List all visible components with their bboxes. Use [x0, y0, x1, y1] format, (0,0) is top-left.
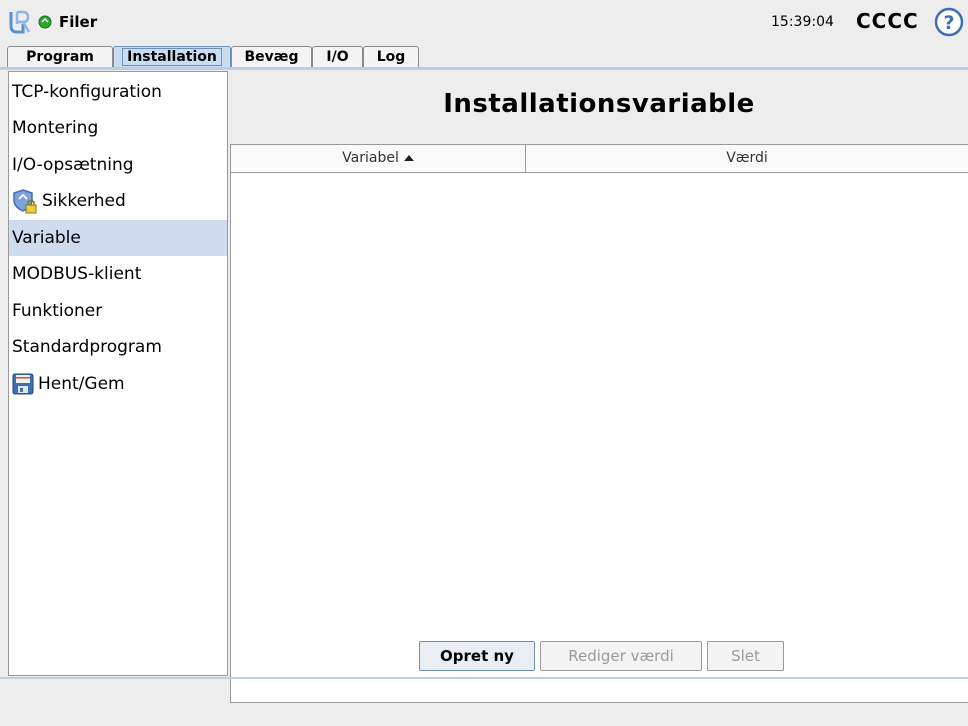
- table-header: Variabel Værdi: [231, 145, 968, 173]
- tab-io[interactable]: I/O: [312, 46, 363, 68]
- installation-sidebar: TCP-konfiguration Montering I/O-opsætnin…: [8, 71, 228, 676]
- shield-lock-icon: [13, 189, 37, 214]
- sidebar-item-tcp-config[interactable]: TCP-konfiguration: [9, 74, 227, 110]
- variables-table[interactable]: Variabel Værdi: [230, 144, 968, 703]
- ur-logo-icon: [9, 10, 31, 34]
- tab-program[interactable]: Program: [7, 46, 113, 68]
- sort-ascending-icon: [403, 155, 414, 161]
- tab-installation[interactable]: Installation: [113, 46, 231, 68]
- delete-button[interactable]: Slet: [707, 641, 784, 671]
- sidebar-item-mounting[interactable]: Montering: [9, 110, 227, 146]
- sidebar-item-io-setup[interactable]: I/O-opsætning: [9, 147, 227, 183]
- create-new-button[interactable]: Opret ny: [419, 641, 535, 671]
- column-header-value[interactable]: Værdi: [526, 145, 968, 173]
- sidebar-item-default-program[interactable]: Standardprogram: [9, 329, 227, 365]
- floppy-disk-icon: [12, 373, 34, 395]
- sidebar-item-features[interactable]: Funktioner: [9, 293, 227, 329]
- clock: 15:39:04: [771, 14, 834, 30]
- sidebar-item-modbus[interactable]: MODBUS-klient: [9, 256, 227, 292]
- main-panel: Installationsvariable Variabel Værdi Opr…: [230, 71, 968, 703]
- status-running-icon: [38, 15, 52, 29]
- help-icon[interactable]: ?: [934, 7, 964, 37]
- tab-move[interactable]: Bevæg: [231, 46, 312, 68]
- bottom-separator: [0, 677, 968, 679]
- robot-name: CCCC: [856, 9, 919, 33]
- edit-value-button[interactable]: Rediger værdi: [540, 641, 702, 671]
- top-bar: Filer 15:39:04 CCCC ?: [0, 0, 968, 44]
- column-header-variable[interactable]: Variabel: [231, 145, 526, 173]
- tab-underline: [0, 67, 968, 70]
- file-menu[interactable]: Filer: [59, 13, 97, 31]
- page-title: Installationsvariable: [443, 89, 755, 119]
- tab-log[interactable]: Log: [363, 46, 419, 68]
- svg-text:?: ?: [943, 12, 954, 34]
- sidebar-item-safety[interactable]: Sikkerhed: [9, 183, 227, 219]
- sidebar-item-variables[interactable]: Variable: [9, 220, 227, 256]
- sidebar-item-load-save[interactable]: Hent/Gem: [9, 366, 227, 402]
- main-tabs: Program Installation Bevæg I/O Log: [0, 46, 968, 68]
